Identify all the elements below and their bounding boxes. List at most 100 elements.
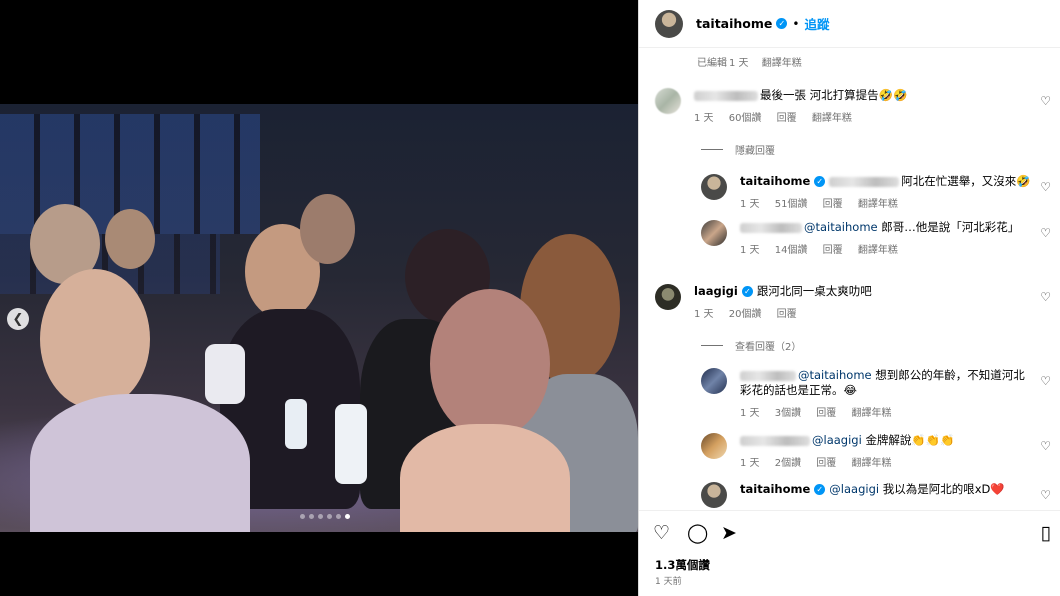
avatar[interactable] xyxy=(701,220,727,246)
chevron-left-icon[interactable]: ❮ xyxy=(7,308,29,330)
comment-likes[interactable]: 60個讚 xyxy=(729,113,762,124)
person-body xyxy=(400,424,570,532)
comment-text: 阿北在忙選舉，又沒來🤣 xyxy=(901,174,1031,188)
comment-likes[interactable]: 20個讚 xyxy=(729,309,762,320)
water-bottle xyxy=(335,404,367,484)
blurred-username xyxy=(740,370,796,381)
comment-text: 跟河北同一桌太爽叻吧 xyxy=(756,284,872,298)
person-head xyxy=(105,209,155,269)
post-media: ❮ xyxy=(0,0,638,596)
person-head xyxy=(430,289,550,439)
comment-likes[interactable]: 14個讚 xyxy=(775,245,808,256)
heart-icon[interactable]: ♡ xyxy=(653,521,670,545)
comment-time: 1 天 xyxy=(740,458,760,469)
comment-time: 1 天 xyxy=(740,245,760,256)
verified-icon: ✓ xyxy=(814,176,826,187)
carousel-dot xyxy=(327,514,332,519)
divider xyxy=(701,149,723,150)
hide-replies-toggle[interactable]: 隱藏回覆 xyxy=(701,142,775,157)
reply-item: @taitaihome 想到郎公的年齡，不知道河北 彩花的話也是正常。😂 1 天… xyxy=(701,368,1051,419)
carousel-dot xyxy=(318,514,323,519)
reply-button[interactable]: 回覆 xyxy=(816,458,836,469)
translate-link[interactable]: 翻譯年糕 xyxy=(762,58,802,69)
follow-button[interactable]: 追蹤 xyxy=(804,14,829,33)
post-actions: ♡ ◯ ➤ ▯ 1.3萬個讚 1 天前 xyxy=(639,510,1060,596)
comment-item: laagigi ✓ 跟河北同一桌太爽叻吧 1 天 20個讚 回覆 ♡ xyxy=(655,284,1051,320)
post-time: 1 天前 xyxy=(655,577,682,587)
reply-button[interactable]: 回覆 xyxy=(777,113,797,124)
comment-text: 郎哥…他是說「河北彩花」 xyxy=(881,220,1020,234)
verified-icon: ✓ xyxy=(776,18,788,29)
carousel-dot xyxy=(300,514,305,519)
avatar[interactable] xyxy=(655,9,683,38)
translate-link[interactable]: 翻譯年糕 xyxy=(851,408,891,419)
translate-link[interactable]: 翻譯年糕 xyxy=(858,245,898,256)
translate-link[interactable]: 翻譯年糕 xyxy=(812,113,852,124)
post-meta: 已編輯 1 天 翻譯年糕 xyxy=(697,54,812,69)
heart-icon[interactable]: ♡ xyxy=(1040,180,1051,194)
reply-button[interactable]: 回覆 xyxy=(777,309,797,320)
comment-username[interactable]: taitaihome xyxy=(740,174,810,188)
comment-text: 金牌解說👏👏👏 xyxy=(865,433,955,447)
heart-icon[interactable]: ♡ xyxy=(1040,226,1051,240)
comment-username[interactable]: laagigi xyxy=(694,284,738,298)
heart-icon[interactable]: ♡ xyxy=(1040,488,1051,502)
verified-icon: ✓ xyxy=(814,484,826,495)
share-icon[interactable]: ➤ xyxy=(721,521,737,545)
likes-count[interactable]: 1.3萬個讚 xyxy=(655,557,710,573)
mention-link[interactable]: @taitaihome xyxy=(804,220,878,234)
bookmark-icon[interactable]: ▯ xyxy=(1041,521,1051,545)
mention-link[interactable]: @taitaihome xyxy=(798,368,872,382)
comment-username[interactable]: taitaihome xyxy=(740,482,810,496)
avatar[interactable] xyxy=(701,433,727,459)
comment-text: 想到郎公的年齡，不知道河北 xyxy=(875,368,1025,382)
blurred-username xyxy=(740,435,810,446)
carousel-dot-active xyxy=(345,514,350,519)
carousel-dots xyxy=(300,514,350,519)
heart-icon[interactable]: ♡ xyxy=(1040,94,1051,108)
edited-label: 已編輯 xyxy=(697,58,727,69)
comment-time: 1 天 xyxy=(740,199,760,210)
comment-likes[interactable]: 51個讚 xyxy=(775,199,808,210)
view-replies-toggle[interactable]: 查看回覆（2） xyxy=(701,338,801,353)
comment-time: 1 天 xyxy=(694,113,714,124)
post-panel: taitaihome ✓ • 追蹤 已編輯 1 天 翻譯年糕 最後一張 河北打算提… xyxy=(638,0,1060,596)
view-replies-label: 查看回覆（2） xyxy=(735,342,802,353)
avatar[interactable] xyxy=(655,284,681,310)
verified-icon: ✓ xyxy=(741,286,753,297)
translate-link[interactable]: 翻譯年糕 xyxy=(858,199,898,210)
person-head xyxy=(300,194,355,264)
heart-icon[interactable]: ♡ xyxy=(1040,290,1051,304)
mention-link[interactable]: @laagigi xyxy=(812,433,862,447)
carousel-dot xyxy=(309,514,314,519)
reply-item: taitaihome ✓ 阿北在忙選舉，又沒來🤣 1 天 51個讚 回覆 翻譯年糕 … xyxy=(701,174,1051,210)
heart-icon[interactable]: ♡ xyxy=(1040,374,1051,388)
avatar[interactable] xyxy=(701,482,727,508)
separator: • xyxy=(792,16,800,31)
divider xyxy=(701,345,723,346)
comment-likes[interactable]: 2個讚 xyxy=(775,458,801,469)
reply-item: @taitaihome 郎哥…他是說「河北彩花」 1 天 14個讚 回覆 翻譯年… xyxy=(701,220,1051,256)
heart-icon[interactable]: ♡ xyxy=(1040,439,1051,453)
avatar[interactable] xyxy=(701,174,727,200)
comment-likes[interactable]: 3個讚 xyxy=(775,408,801,419)
person-head xyxy=(40,269,150,409)
translate-link[interactable]: 翻譯年糕 xyxy=(851,458,891,469)
reply-item: taitaihome ✓ @laagigi 我以為是阿北的哏xD❤️ ♡ xyxy=(701,482,1051,508)
person-dress xyxy=(30,394,250,532)
comment-text-line2: 彩花的話也是正常。😂 xyxy=(740,383,857,397)
action-icons: ♡ ◯ ➤ ▯ xyxy=(653,521,1051,545)
reply-button[interactable]: 回覆 xyxy=(823,245,843,256)
reply-button[interactable]: 回覆 xyxy=(823,199,843,210)
trophy xyxy=(205,344,245,404)
edited-time: 1 天 xyxy=(729,58,749,69)
comment-time: 1 天 xyxy=(694,309,714,320)
blurred-username xyxy=(694,90,758,101)
water-bottle xyxy=(285,399,307,449)
mention-link[interactable]: @laagigi xyxy=(829,482,879,496)
avatar[interactable] xyxy=(701,368,727,394)
comment-icon[interactable]: ◯ xyxy=(687,521,708,545)
avatar[interactable] xyxy=(655,88,681,114)
reply-button[interactable]: 回覆 xyxy=(816,408,836,419)
post-username[interactable]: taitaihome xyxy=(696,16,772,31)
